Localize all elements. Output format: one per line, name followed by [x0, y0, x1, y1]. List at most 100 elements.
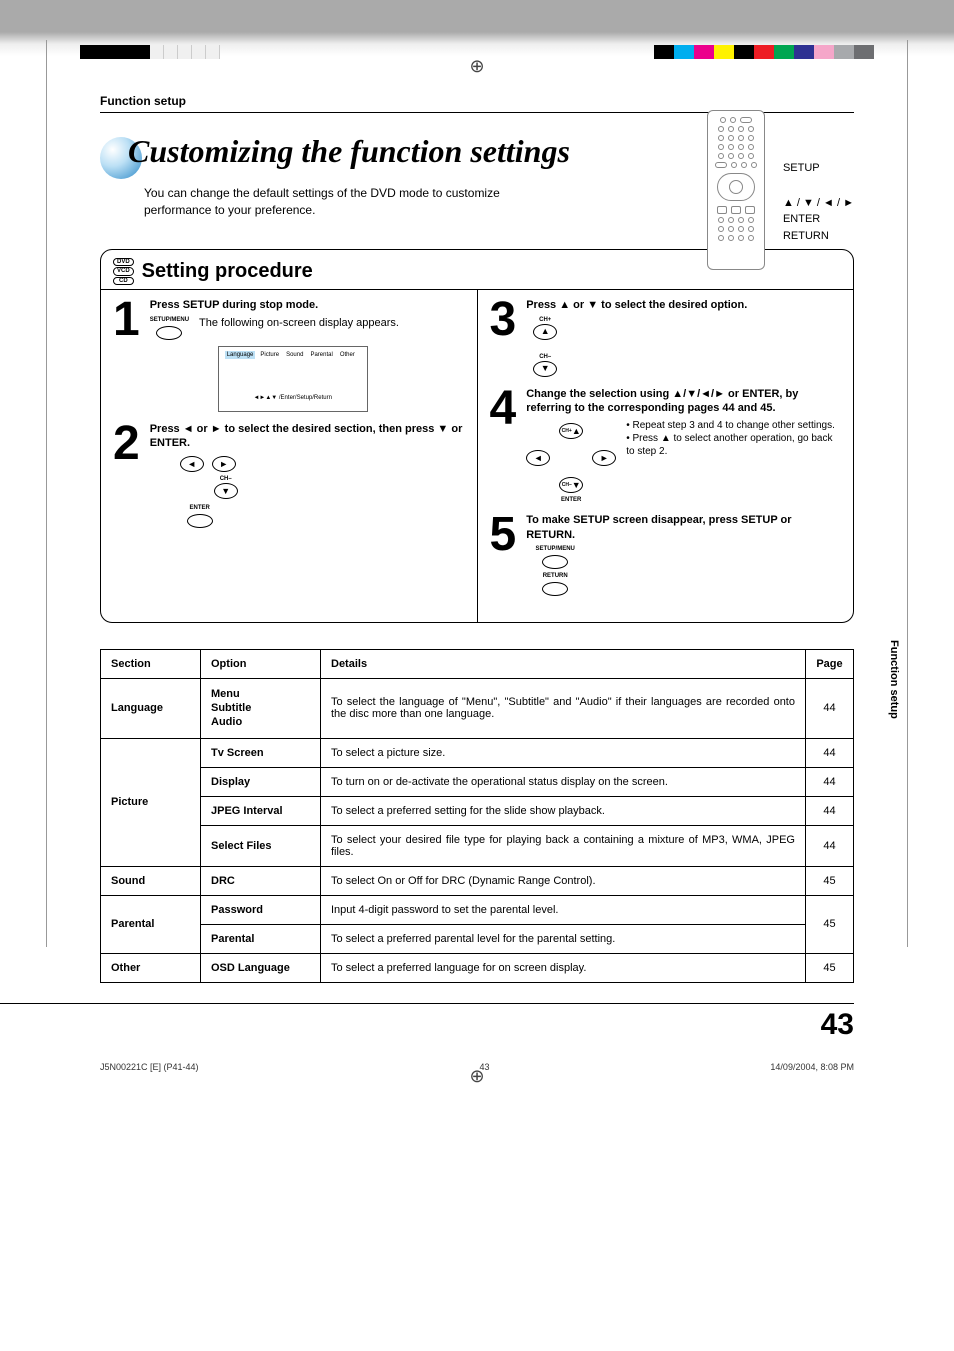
step-number: 3	[490, 298, 517, 376]
cell-option: JPEG Interval	[201, 796, 321, 825]
color-calibration-bars	[654, 45, 874, 59]
up-button-icon: ▲	[533, 324, 557, 340]
cell-details: To select a preferred setting for the sl…	[321, 796, 806, 825]
cell-section: Picture	[101, 738, 201, 866]
step-3: 3 Press ▲ or ▼ to select the desired opt…	[490, 298, 842, 376]
cell-page: 44	[806, 738, 854, 767]
cell-section: Parental	[101, 895, 201, 953]
remote-icon	[707, 110, 765, 270]
col-option: Option	[201, 649, 321, 678]
return-button-icon	[542, 582, 568, 596]
settings-table: Section Option Details Page LanguageMenu…	[100, 649, 854, 983]
step-heading: Change the selection using ▲/▼/◄/► or EN…	[526, 387, 841, 416]
cell-details: To select a preferred language for on sc…	[321, 953, 806, 982]
procedure-heading: Setting procedure	[142, 260, 313, 283]
left-button-icon: ◄	[180, 456, 204, 472]
cell-details: To select a preferred parental level for…	[321, 924, 806, 953]
cell-option: Display	[201, 767, 321, 796]
cell-page: 44	[806, 767, 854, 796]
return-label: RETURN	[543, 573, 568, 579]
ch-up-label: CH+	[539, 317, 551, 323]
enter-label: ENTER	[783, 211, 854, 228]
cell-option: MenuSubtitleAudio	[201, 678, 321, 738]
cell-page: 44	[806, 796, 854, 825]
table-row: ParentalPasswordInput 4-digit password t…	[101, 895, 854, 924]
osd-tab: Sound	[284, 351, 305, 359]
print-header-bar: ⊕	[0, 0, 954, 80]
cell-details: To select your desired file type for pla…	[321, 825, 806, 866]
osd-tab: Other	[338, 351, 357, 359]
step-number: 4	[490, 387, 517, 504]
cell-page: 44	[806, 678, 854, 738]
procedure-panel: DVD VCD CD Setting procedure 1 Press SET…	[100, 249, 854, 623]
cell-option: OSD Language	[201, 953, 321, 982]
badge-cd: CD	[113, 277, 134, 286]
down-button-icon: ▼	[214, 483, 238, 499]
ch-down-label: CH–	[539, 354, 551, 360]
setup-label: SETUP	[783, 160, 854, 177]
osd-tab: Parental	[308, 351, 334, 359]
cell-page: 45	[806, 895, 854, 953]
footer-timestamp: 14/09/2004, 8:08 PM	[770, 1062, 854, 1072]
table-row: ParentalTo select a preferred parental l…	[101, 924, 854, 953]
registration-marks-left	[80, 45, 220, 59]
button-label: SETUP/MENU	[150, 317, 189, 323]
side-tab: Function setup	[888, 640, 900, 719]
step-number: 2	[113, 422, 140, 529]
badge-vcd: VCD	[113, 267, 134, 276]
cell-details: To select a picture size.	[321, 738, 806, 767]
osd-tab: Picture	[258, 351, 281, 359]
disc-badges: DVD VCD CD	[113, 258, 134, 286]
cell-option: Tv Screen	[201, 738, 321, 767]
step-heading: Press SETUP during stop mode.	[150, 298, 465, 312]
step-heading: To make SETUP screen disappear, press SE…	[526, 513, 841, 542]
cell-option: DRC	[201, 866, 321, 895]
table-row: OtherOSD LanguageTo select a preferred l…	[101, 953, 854, 982]
cell-section: Other	[101, 953, 201, 982]
step-2: 2 Press ◄ or ► to select the desired sec…	[113, 422, 465, 529]
setup-menu-label: SETUP/MENU	[536, 546, 575, 552]
cell-details: To turn on or de-activate the operationa…	[321, 767, 806, 796]
col-section: Section	[101, 649, 201, 678]
right-button-icon: ►	[212, 456, 236, 472]
enter-label: ENTER	[190, 505, 210, 511]
ch-down-label: CH–	[220, 476, 232, 482]
osd-footer: ◄►▲▼ /Enter/Setup/Return	[225, 395, 361, 401]
col-page: Page	[806, 649, 854, 678]
step-4: 4 Change the selection using ▲/▼/◄/► or …	[490, 387, 842, 504]
cell-details: To select the language of "Menu", "Subti…	[321, 678, 806, 738]
table-row: JPEG IntervalTo select a preferred setti…	[101, 796, 854, 825]
dpad-icon: CH+▲ ◄ ► CH–▼	[526, 423, 616, 493]
cell-page: 45	[806, 866, 854, 895]
remote-callouts: SETUP ▲ / ▼ / ◄ / ► ENTER RETURN	[783, 160, 854, 244]
step-notes: Repeat step 3 and 4 to change other sett…	[626, 419, 841, 458]
enter-label: ENTER	[526, 497, 616, 503]
page-title: Customizing the function settings	[128, 133, 570, 170]
table-row: Select FilesTo select your desired file …	[101, 825, 854, 866]
badge-dvd: DVD	[113, 258, 134, 267]
down-button-icon: ▼	[533, 361, 557, 377]
page-number: 43	[0, 1003, 854, 1042]
setup-button-icon	[156, 326, 182, 340]
cell-option: Parental	[201, 924, 321, 953]
doc-id: J5N00221C [E] (P41-44)	[100, 1062, 199, 1072]
table-row: SoundDRCTo select On or Off for DRC (Dyn…	[101, 866, 854, 895]
step-1: 1 Press SETUP during stop mode. SETUP/ME…	[113, 298, 465, 411]
step-number: 1	[113, 298, 140, 411]
osd-tab: Language	[225, 351, 256, 359]
table-row: PictureTv ScreenTo select a picture size…	[101, 738, 854, 767]
cell-option: Select Files	[201, 825, 321, 866]
cell-option: Password	[201, 895, 321, 924]
table-row: DisplayTo turn on or de-activate the ope…	[101, 767, 854, 796]
enter-button-icon	[187, 514, 213, 528]
step-heading: Press ▲ or ▼ to select the desired optio…	[526, 298, 841, 312]
cell-section: Sound	[101, 866, 201, 895]
cell-details: To select On or Off for DRC (Dynamic Ran…	[321, 866, 806, 895]
arrows-label: ▲ / ▼ / ◄ / ►	[783, 195, 854, 212]
table-row: LanguageMenuSubtitleAudioTo select the l…	[101, 678, 854, 738]
setup-button-icon	[542, 555, 568, 569]
osd-preview: Language Picture Sound Parental Other ◄►…	[218, 346, 368, 412]
step-heading: Press ◄ or ► to select the desired secti…	[150, 422, 465, 451]
col-details: Details	[321, 649, 806, 678]
cell-page: 44	[806, 825, 854, 866]
